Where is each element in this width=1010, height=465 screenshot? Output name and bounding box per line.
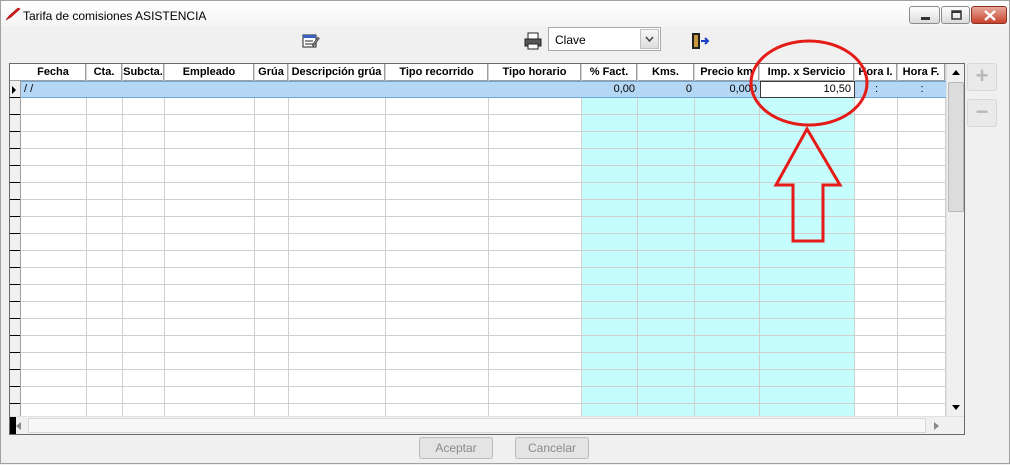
grid-columns: Fecha Cta. Subcta. Empleado Grúa Descripción … — [10, 64, 946, 416]
minimize-icon — [921, 17, 930, 20]
edit-icon — [302, 34, 320, 48]
exit-door-icon — [692, 33, 710, 49]
cell-fecha[interactable]: / / — [21, 82, 87, 98]
edit-button[interactable] — [300, 30, 320, 50]
scroll-down-icon[interactable] — [948, 399, 964, 416]
commissions-grid[interactable]: Fecha Cta. Subcta. Empleado Grúa Descripción … — [9, 63, 965, 435]
column-header-kms[interactable]: Kms. — [638, 64, 694, 81]
grid-column-descripcion_grua: Descripción grúa — [289, 64, 386, 416]
maximize-button[interactable] — [941, 6, 970, 24]
column-header-descripcion_grua[interactable]: Descripción grúa — [289, 64, 385, 81]
horizontal-scroll-thumb[interactable] — [28, 418, 926, 433]
grid-column-hora_i: Hora I. — [855, 64, 898, 416]
column-header-pct_fact[interactable]: % Fact. — [582, 64, 637, 81]
cell-kms[interactable]: 0 — [638, 82, 695, 98]
cell-empleado[interactable] — [165, 82, 255, 98]
grid-column-tipo_horario: Tipo horario — [489, 64, 582, 416]
column-header-fecha[interactable]: Fecha — [21, 64, 86, 81]
grid-column-hora_f: Hora F. — [898, 64, 946, 416]
cell-descripcion_grua[interactable] — [289, 82, 386, 98]
grid-column-empleado: Empleado — [165, 64, 255, 416]
column-header-precio_km[interactable]: Precio km — [695, 64, 759, 81]
chevron-down-icon[interactable] — [640, 29, 659, 49]
close-icon — [984, 10, 996, 21]
grid-column-cta: Cta. — [87, 64, 123, 416]
exit-button[interactable] — [689, 30, 710, 50]
row-indicator-column — [10, 64, 21, 416]
grid-column-precio_km: Precio km — [695, 64, 760, 416]
horizontal-scrollbar[interactable] — [10, 416, 964, 434]
vertical-scroll-thumb[interactable] — [948, 82, 964, 212]
column-header-imp_servicio[interactable]: Imp. x Servicio — [760, 64, 854, 81]
close-button[interactable] — [971, 6, 1007, 24]
scroll-up-icon[interactable] — [948, 64, 964, 81]
remove-row-button[interactable]: − — [967, 99, 997, 127]
window-title: Tarifa de comisiones ASISTENCIA — [23, 9, 207, 23]
grid-column-subcta: Subcta. — [123, 64, 165, 416]
current-row-arrow-icon — [12, 86, 16, 94]
grid-column-imp_servicio: Imp. x Servicio — [760, 64, 855, 416]
cell-tipo_horario[interactable] — [489, 82, 582, 98]
column-header-hora_i[interactable]: Hora I. — [855, 64, 897, 81]
column-header-tipo_horario[interactable]: Tipo horario — [489, 64, 581, 81]
grid-column-grua: Grúa — [255, 64, 289, 416]
scroll-right-icon[interactable] — [928, 418, 945, 434]
cell-cta[interactable] — [87, 82, 123, 98]
grid-column-pct_fact: % Fact. — [582, 64, 638, 416]
column-header-grua[interactable]: Grúa — [255, 64, 288, 81]
cell-grua[interactable] — [255, 82, 289, 98]
vertical-scrollbar[interactable] — [946, 64, 964, 416]
commission-rates-window: Tarifa de comisiones ASISTENCIA Clave Fe… — [0, 0, 1010, 464]
column-header-tipo_recorrido[interactable]: Tipo recorrido — [386, 64, 488, 81]
cancel-button[interactable]: Cancelar — [515, 437, 589, 459]
cell-pct_fact[interactable]: 0,00 — [582, 82, 638, 98]
cell-tipo_recorrido[interactable] — [386, 82, 489, 98]
row-indicator-header — [10, 64, 21, 81]
column-header-hora_f[interactable]: Hora F. — [898, 64, 945, 81]
column-header-cta[interactable]: Cta. — [87, 64, 122, 81]
print-button[interactable] — [522, 30, 542, 50]
cell-precio_km[interactable]: 0,000 — [695, 82, 760, 98]
cell-hora_i[interactable]: : — [855, 82, 898, 98]
column-header-subcta[interactable]: Subcta. — [123, 64, 164, 81]
column-header-empleado[interactable]: Empleado — [165, 64, 254, 81]
title-bar[interactable]: Tarifa de comisiones ASISTENCIA — [1, 1, 1009, 27]
table-row[interactable]: / /0,00 0 0,000 10,50:: — [21, 81, 946, 98]
grid-column-kms: Kms. — [638, 64, 695, 416]
minimize-button[interactable] — [909, 6, 940, 24]
add-row-button[interactable]: + — [967, 63, 997, 91]
sort-order-value: Clave — [555, 33, 586, 47]
grid-column-tipo_recorrido: Tipo recorrido — [386, 64, 489, 416]
cell-imp_servicio[interactable]: 10,50 — [760, 81, 855, 98]
sort-order-select[interactable]: Clave — [548, 27, 661, 51]
maximize-icon — [951, 10, 962, 20]
printer-icon — [524, 32, 542, 50]
pen-icon — [5, 7, 21, 21]
accept-button[interactable]: Aceptar — [419, 437, 493, 459]
scroll-left-icon[interactable] — [10, 418, 27, 434]
cell-subcta[interactable] — [123, 82, 165, 98]
cell-hora_f[interactable]: : — [898, 82, 946, 98]
grid-column-fecha: Fecha — [21, 64, 87, 416]
